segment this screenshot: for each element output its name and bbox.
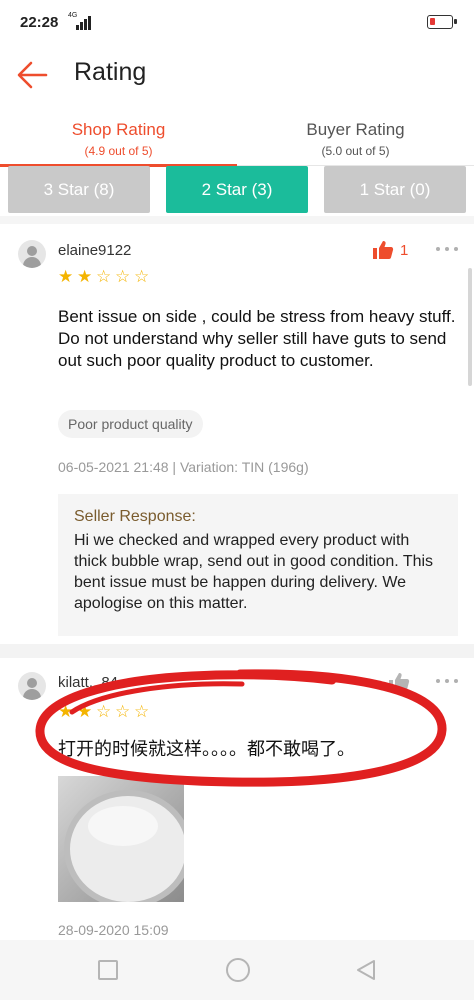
back-button[interactable]: [14, 56, 52, 94]
reviewer-name: kilatt...84: [58, 674, 119, 691]
star-icon: ☆: [96, 267, 112, 286]
tab-shop-rating[interactable]: Shop Rating (4.9 out of 5): [0, 112, 237, 167]
star-icon: ☆: [134, 702, 150, 721]
filter-3-star-button[interactable]: 3 Star (8): [8, 166, 150, 213]
network-label: 4G: [68, 12, 78, 19]
star-icon: ★: [58, 702, 74, 721]
review-photo[interactable]: [58, 776, 184, 902]
review-text: 打开的时候就这样。。。。都不敢喝了。: [58, 739, 355, 759]
recent-apps-button[interactable]: [98, 960, 118, 980]
filter-2-star-button[interactable]: 2 Star (3): [166, 166, 308, 213]
tab-score: (4.9 out of 5): [84, 144, 153, 158]
page-title: Rating: [74, 58, 147, 86]
review-divider: [0, 644, 474, 658]
tab-label: Shop Rating: [71, 120, 166, 139]
star-icon: ★: [77, 267, 93, 286]
reviewer-name: elaine9122: [58, 242, 132, 259]
review-meta: 06-05-2021 21:48 | Variation: TIN (196g): [58, 459, 309, 475]
more-dots-icon[interactable]: [436, 247, 458, 253]
rating-tabs: Shop Rating (4.9 out of 5) Buyer Rating …: [0, 112, 474, 167]
star-icon: ☆: [115, 267, 131, 286]
triangle-back-icon: [357, 960, 375, 980]
filter-1-star-button[interactable]: 1 Star (0): [324, 166, 466, 213]
tab-buyer-rating[interactable]: Buyer Rating (5.0 out of 5): [237, 112, 474, 166]
header: Rating: [0, 48, 474, 104]
review-tag: Poor product quality: [58, 410, 203, 438]
like-count: 1: [400, 242, 409, 259]
user-avatar-icon: [18, 240, 46, 268]
scrollbar[interactable]: [468, 268, 472, 386]
star-rating: ★ ★ ☆ ☆ ☆: [58, 267, 150, 286]
star-rating: ★ ★ ☆ ☆ ☆: [58, 702, 150, 721]
signal-icon: 4G: [68, 12, 92, 30]
review-meta: 28-09-2020 15:09: [58, 922, 169, 938]
status-bar: 22:28 4G: [0, 0, 474, 48]
tab-score: (5.0 out of 5): [321, 144, 390, 158]
like-button[interactable]: [388, 672, 410, 692]
user-avatar-icon: [18, 672, 46, 700]
seller-response: Seller Response: Hi we checked and wrapp…: [58, 494, 458, 636]
system-back-button[interactable]: [354, 958, 378, 982]
star-icon: ☆: [115, 702, 131, 721]
section-gap: [0, 216, 474, 224]
more-dots-icon[interactable]: [436, 679, 458, 685]
like-button[interactable]: [372, 240, 394, 260]
star-filters: 3 Star (8) 2 Star (3) 1 Star (0): [0, 166, 474, 224]
seller-response-title: Seller Response:: [74, 508, 196, 525]
star-icon: ☆: [96, 702, 112, 721]
review-card: kilatt...84 ★ ★ ☆ ☆ ☆ 打开的时候就这样。。。。都不敢喝了。…: [0, 658, 474, 948]
thumbs-up-icon: [389, 673, 410, 691]
battery-icon: [427, 15, 457, 29]
tab-label: Buyer Rating: [306, 120, 405, 139]
review-card: elaine9122 1 ★ ★ ☆ ☆ ☆ Bent issue on sid…: [0, 224, 474, 644]
system-nav-bar: [0, 940, 474, 1000]
thumbs-up-icon: [373, 241, 394, 259]
home-button[interactable]: [226, 958, 250, 982]
star-icon: ☆: [134, 267, 150, 286]
review-text: Bent issue on side , could be stress fro…: [58, 307, 456, 370]
star-icon: ★: [58, 267, 74, 286]
star-icon: ★: [77, 702, 93, 721]
seller-response-text: Hi we checked and wrapped every product …: [74, 532, 434, 612]
status-time: 22:28: [20, 14, 59, 31]
arrow-left-icon: [17, 61, 48, 89]
